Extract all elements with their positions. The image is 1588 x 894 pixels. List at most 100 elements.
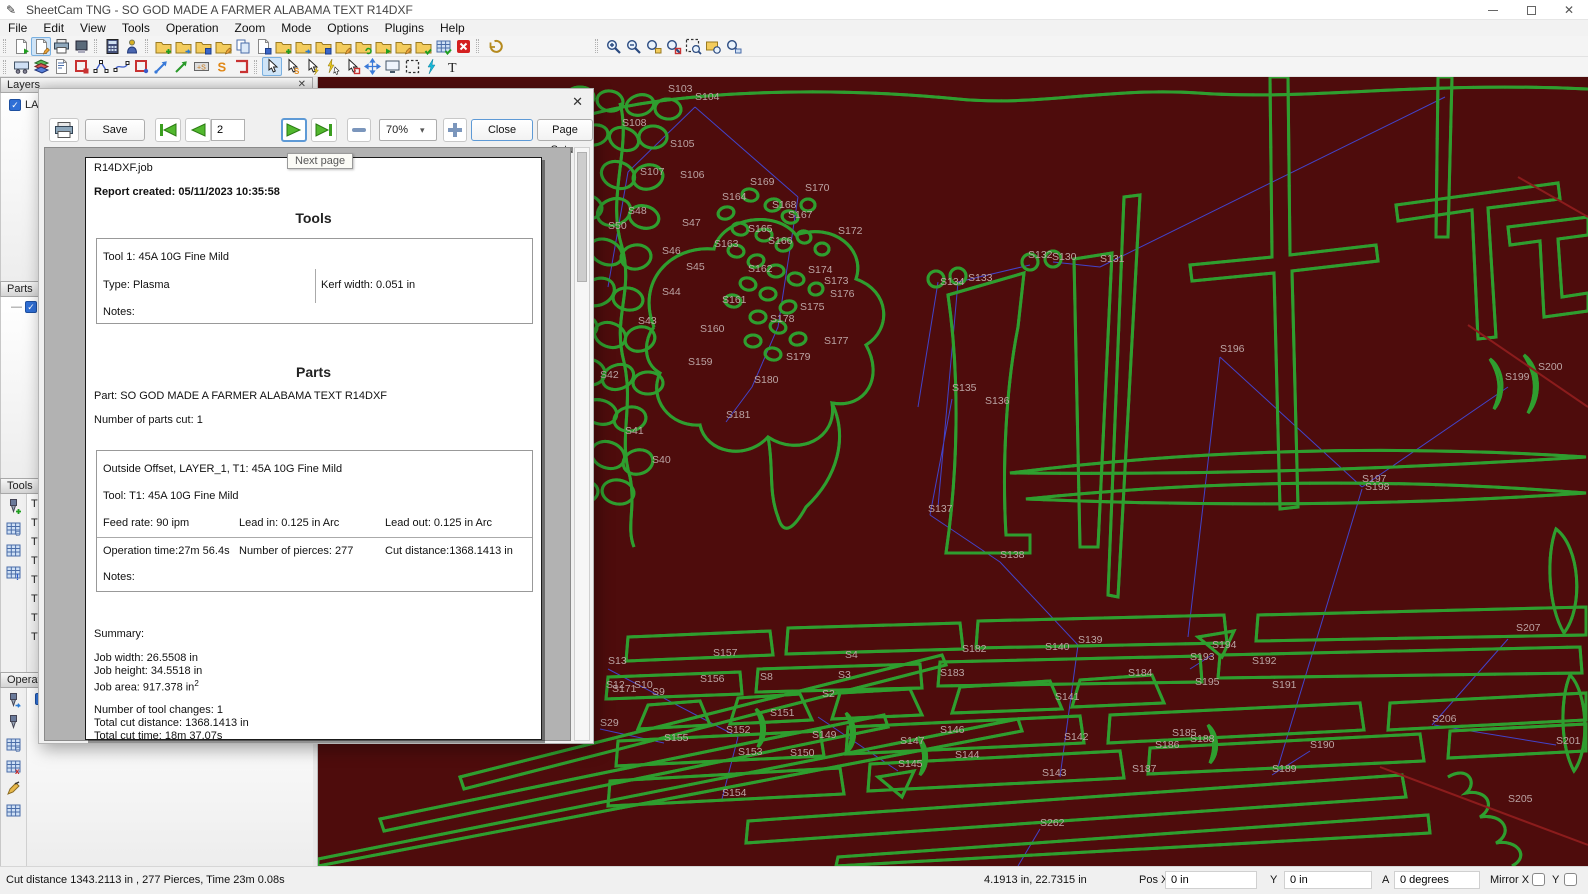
contour-select-icon[interactable] — [342, 57, 362, 76]
part-checkbox[interactable]: ✓ — [25, 301, 37, 313]
layer-checkbox[interactable]: ✓ — [9, 99, 21, 111]
print-button[interactable] — [49, 118, 79, 142]
menu-mode[interactable]: Mode — [273, 21, 319, 35]
menu-view[interactable]: View — [72, 21, 114, 35]
tool-row[interactable]: T — [31, 593, 38, 605]
reverse-path-icon[interactable] — [171, 57, 191, 76]
op-delete-icon[interactable]: x — [3, 757, 23, 776]
quick-cut-icon[interactable] — [322, 57, 342, 76]
close-icon[interactable]: ✕ — [1550, 0, 1588, 20]
tool-row[interactable]: T — [31, 612, 38, 624]
cut-select-icon[interactable] — [302, 57, 322, 76]
next-page-button[interactable] — [281, 118, 307, 142]
zoom-in-icon[interactable] — [603, 37, 623, 56]
start-points-icon[interactable] — [131, 57, 151, 76]
drawing-reload-icon[interactable] — [353, 37, 373, 56]
plot-job-icon[interactable] — [71, 37, 91, 56]
menu-help[interactable]: Help — [432, 21, 473, 35]
page-number-input[interactable] — [211, 119, 245, 141]
snap-select-icon[interactable]: S — [282, 57, 302, 76]
zoom-machine-icon[interactable] — [723, 37, 743, 56]
part-copy-icon[interactable] — [233, 37, 253, 56]
contour-options-icon[interactable] — [71, 57, 91, 76]
angle-field[interactable] — [1394, 871, 1480, 889]
zoom-out-button[interactable] — [347, 118, 371, 142]
zoom-out-icon[interactable] — [623, 37, 643, 56]
scrap-tool-icon[interactable]: S — [211, 57, 231, 76]
drawing-insert-icon[interactable] — [373, 37, 393, 56]
tool-alert-icon[interactable]: ! — [3, 563, 23, 582]
undo-icon[interactable] — [484, 37, 504, 56]
op-pen-icon[interactable] — [3, 713, 23, 732]
edit-job-icon[interactable] — [31, 36, 51, 56]
post-process-icon[interactable] — [102, 37, 122, 56]
menu-options[interactable]: Options — [319, 21, 376, 35]
tool-row[interactable]: T — [31, 498, 38, 510]
tool-row[interactable]: T — [31, 536, 38, 548]
zoom-extents-icon[interactable] — [703, 37, 723, 56]
part-paste-icon[interactable] — [253, 37, 273, 56]
drawing-replace-icon[interactable] — [393, 37, 413, 56]
tool-row[interactable]: T — [31, 631, 38, 643]
scrollbar-thumb[interactable] — [577, 152, 587, 282]
edit-nodes-icon[interactable] — [91, 57, 111, 76]
pos-y-field[interactable] — [1284, 871, 1372, 889]
tool-row[interactable]: T — [31, 574, 38, 586]
move-path-icon[interactable] — [151, 57, 171, 76]
layers-icon[interactable] — [31, 57, 51, 76]
menu-file[interactable]: File — [0, 21, 35, 35]
op-edit-icon[interactable] — [3, 779, 23, 798]
mirror-x-checkbox[interactable] — [1532, 873, 1545, 886]
zoom-window-icon[interactable] — [683, 37, 703, 56]
pos-x-field[interactable] — [1165, 871, 1257, 889]
close-button[interactable]: Close — [471, 119, 533, 141]
move-view-icon[interactable] — [362, 57, 382, 76]
delete-part-icon[interactable] — [453, 37, 473, 56]
part-edit-icon[interactable] — [213, 37, 233, 56]
drawing-save-icon[interactable] — [313, 37, 333, 56]
report-scrollbar[interactable] — [574, 147, 590, 741]
print-report-icon[interactable] — [51, 37, 71, 56]
zoom-level-select[interactable]: 70% ▾ — [379, 119, 437, 141]
tool-table-icon[interactable] — [3, 541, 23, 560]
menu-edit[interactable]: Edit — [35, 21, 72, 35]
page-setup-button[interactable]: Page Setup — [537, 119, 593, 156]
op-export-icon[interactable] — [3, 691, 23, 710]
tool-row[interactable]: T — [31, 555, 38, 567]
measure-tool-icon[interactable] — [422, 57, 442, 76]
nest-parts-icon[interactable] — [413, 37, 433, 56]
drawing-edit-icon[interactable] — [333, 37, 353, 56]
menu-operation[interactable]: Operation — [158, 21, 227, 35]
prev-page-button[interactable] — [185, 118, 211, 142]
text-tool-icon[interactable]: T — [442, 57, 462, 76]
op-table-icon[interactable] — [3, 801, 23, 820]
maximize-icon[interactable] — [1512, 0, 1550, 20]
job-options-icon[interactable] — [51, 57, 71, 76]
zoom-part-icon[interactable] — [643, 37, 663, 56]
save-button[interactable]: Save — [85, 119, 145, 141]
tool-row[interactable]: T — [31, 517, 38, 529]
new-job-icon[interactable] — [11, 37, 31, 56]
part-new-icon[interactable] — [153, 37, 173, 56]
menu-tools[interactable]: Tools — [114, 21, 158, 35]
dialog-close-icon[interactable]: ✕ — [572, 94, 583, 110]
run-post-icon[interactable] — [122, 37, 142, 56]
menu-plugins[interactable]: Plugins — [377, 21, 432, 35]
pan-view-icon[interactable] — [382, 57, 402, 76]
part-save-icon[interactable] — [193, 37, 213, 56]
select-tool-icon[interactable] — [262, 57, 282, 76]
first-page-button[interactable] — [155, 118, 181, 142]
zoom-box-icon[interactable] — [402, 57, 422, 76]
zoom-in-button[interactable] — [443, 118, 467, 142]
minimize-icon[interactable] — [1474, 0, 1512, 20]
part-open-icon[interactable] — [173, 37, 193, 56]
drawing-open-icon[interactable] — [293, 37, 313, 56]
tool-gcode-icon[interactable]: G — [3, 519, 23, 538]
plate-tool-icon[interactable]: +S — [191, 57, 211, 76]
edit-contours-icon[interactable] — [111, 57, 131, 76]
op-gcode-icon[interactable]: G — [3, 735, 23, 754]
menu-zoom[interactable]: Zoom — [227, 21, 274, 35]
nest-check-icon[interactable] — [433, 37, 453, 56]
part-tool-icon[interactable] — [231, 57, 251, 76]
mirror-y-checkbox[interactable] — [1564, 873, 1577, 886]
